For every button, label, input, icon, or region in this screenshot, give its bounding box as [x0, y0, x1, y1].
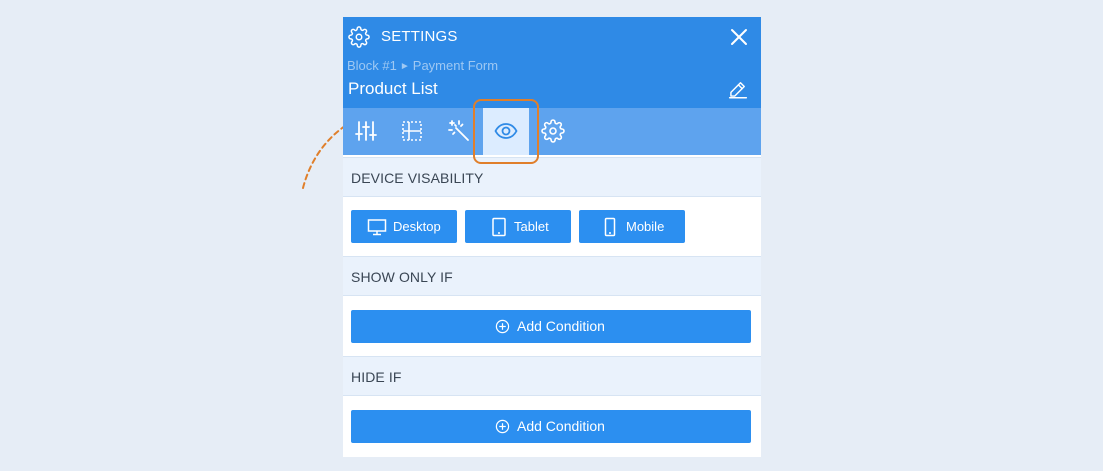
tab-bar [343, 108, 761, 155]
mobile-button[interactable]: Mobile [579, 210, 685, 243]
breadcrumb-separator: ► [399, 61, 410, 72]
section-title: SHOW ONLY IF [351, 269, 453, 285]
mobile-label: Mobile [626, 219, 665, 234]
section-header-show-only-if: SHOW ONLY IF [343, 256, 761, 296]
mobile-icon [604, 217, 616, 237]
desktop-icon [367, 219, 387, 236]
plus-circle-icon [495, 319, 510, 334]
tablet-label: Tablet [514, 219, 549, 234]
panel-title: SETTINGS [381, 28, 458, 45]
section-title: DEVICE VISABILITY [351, 170, 484, 186]
pencil-icon[interactable] [728, 79, 748, 99]
section-title: HIDE IF [351, 369, 402, 385]
tab-highlight [473, 99, 539, 164]
gear-icon [348, 26, 370, 48]
add-show-condition-button[interactable]: Add Condition [351, 310, 751, 343]
desktop-button[interactable]: Desktop [351, 210, 457, 243]
breadcrumb-current[interactable]: Payment Form [413, 58, 498, 73]
add-condition-label: Add Condition [517, 318, 605, 334]
breadcrumb: Block #1 ► Payment Form [347, 58, 498, 73]
plus-circle-icon [495, 419, 510, 434]
tablet-icon [492, 217, 506, 237]
layout-grid-icon [402, 121, 422, 141]
tab-sliders[interactable] [343, 108, 389, 155]
add-hide-condition-button[interactable]: Add Condition [351, 410, 751, 443]
desktop-label: Desktop [393, 219, 441, 234]
add-condition-label: Add Condition [517, 418, 605, 434]
tablet-button[interactable]: Tablet [465, 210, 571, 243]
section-header-hide-if: HIDE IF [343, 356, 761, 396]
settings-panel: SETTINGS Block #1 ► Payment Form Product L… [343, 17, 761, 457]
section-header-device-visibility: DEVICE VISABILITY [343, 157, 761, 197]
block-title: Product List [348, 79, 438, 98]
breadcrumb-parent[interactable]: Block #1 [347, 58, 397, 73]
panel-header: SETTINGS Block #1 ► Payment Form Product L… [343, 17, 761, 108]
gear-icon [541, 119, 565, 143]
magic-wand-icon [448, 120, 469, 141]
close-icon[interactable] [730, 28, 748, 46]
sliders-icon [355, 121, 377, 141]
tab-layout[interactable] [389, 108, 435, 155]
